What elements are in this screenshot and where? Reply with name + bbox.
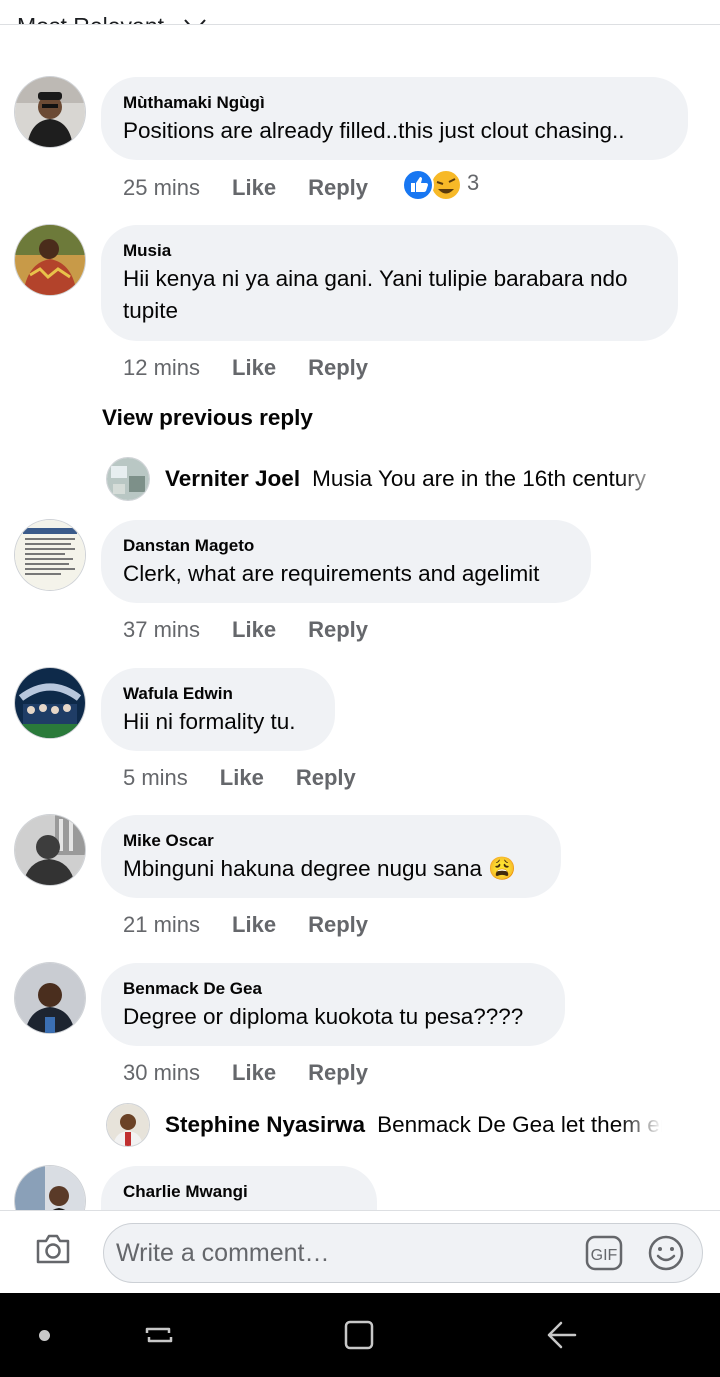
like-button[interactable]: Like bbox=[220, 764, 264, 792]
comment-actions: 30 mins Like Reply bbox=[123, 1059, 368, 1087]
text-fade bbox=[620, 464, 680, 494]
reply-text: Musia You are in the 16th century bbox=[312, 466, 647, 491]
avatar[interactable] bbox=[15, 77, 85, 147]
reply-button[interactable]: Reply bbox=[308, 354, 368, 382]
comment-text: Clerk, what are requirements and agelimi… bbox=[123, 561, 540, 586]
comment-author[interactable]: Musia bbox=[123, 241, 656, 261]
assistant-dot-icon[interactable] bbox=[39, 1330, 50, 1341]
reply-preview[interactable]: Verniter Joel Musia You are in the 16th c… bbox=[0, 458, 720, 502]
comment-actions: 21 mins Like Reply bbox=[123, 911, 368, 939]
comment-author[interactable]: Benmack De Gea bbox=[123, 979, 543, 999]
comment-time: 5 mins bbox=[123, 765, 188, 790]
comment-author[interactable]: Wafula Edwin bbox=[123, 684, 313, 704]
avatar[interactable] bbox=[15, 520, 85, 590]
system-navigation-bar bbox=[0, 1293, 720, 1377]
comment-text: Hii ni formality tu. bbox=[123, 709, 296, 734]
emoji-icon[interactable] bbox=[647, 1234, 685, 1272]
reply-button[interactable]: Reply bbox=[296, 764, 356, 792]
comment-bubble[interactable]: Charlie Mwangi bbox=[101, 1166, 377, 1210]
reply-button[interactable]: Reply bbox=[308, 174, 368, 202]
recent-apps-icon[interactable] bbox=[143, 1319, 175, 1351]
comment-actions: 25 mins Like Reply bbox=[123, 174, 368, 202]
comment-input[interactable]: Write a comment… GIF bbox=[103, 1223, 703, 1283]
comment-author[interactable]: Danstan Mageto bbox=[123, 536, 569, 556]
comment-bubble[interactable]: Mike Oscar Mbinguni hakuna degree nugu s… bbox=[101, 815, 561, 898]
avatar[interactable] bbox=[15, 963, 85, 1033]
comment-text: Positions are already filled..this just … bbox=[123, 118, 625, 143]
avatar[interactable] bbox=[15, 815, 85, 885]
reply-preview[interactable]: Stephine Nyasirwa Benmack De Gea let them… bbox=[0, 1104, 720, 1148]
comment-bubble[interactable]: Musia Hii kenya ni ya aina gani. Yani tu… bbox=[101, 225, 678, 341]
comment-actions: 5 mins Like Reply bbox=[123, 764, 356, 792]
comment-author[interactable]: Charlie Mwangi bbox=[123, 1182, 355, 1202]
comment-text: Mbinguni hakuna degree nugu sana 😩 bbox=[123, 856, 517, 881]
sort-bar[interactable]: Most Relevant bbox=[0, 0, 720, 25]
reaction-icons bbox=[402, 169, 462, 201]
avatar[interactable] bbox=[15, 225, 85, 295]
comment-input-placeholder[interactable]: Write a comment… bbox=[116, 1238, 329, 1268]
comment-author[interactable]: Mùthamaki Ngùgì bbox=[123, 93, 666, 113]
comment-author[interactable]: Mike Oscar bbox=[123, 831, 539, 851]
comment-time: 12 mins bbox=[123, 355, 201, 380]
reply-preview-line[interactable]: Verniter Joel Musia You are in the 16th c… bbox=[165, 464, 680, 494]
reactions-summary[interactable]: 3 bbox=[401, 168, 479, 202]
like-button[interactable]: Like bbox=[232, 1059, 276, 1087]
comment-time: 37 mins bbox=[123, 617, 201, 642]
comment-time: 25 mins bbox=[123, 175, 201, 200]
avatar[interactable] bbox=[107, 1104, 149, 1146]
comment-actions: 12 mins Like Reply bbox=[123, 354, 368, 382]
comment-bubble[interactable]: Danstan Mageto Clerk, what are requireme… bbox=[101, 520, 591, 603]
reply-button[interactable]: Reply bbox=[308, 911, 368, 939]
like-button[interactable]: Like bbox=[232, 174, 276, 202]
avatar[interactable] bbox=[15, 668, 85, 738]
comment-bubble[interactable]: Benmack De Gea Degree or diploma kuokota… bbox=[101, 963, 565, 1046]
gif-label: GIF bbox=[591, 1247, 618, 1264]
reply-button[interactable]: Reply bbox=[308, 616, 368, 644]
avatar[interactable] bbox=[15, 1166, 85, 1210]
like-button[interactable]: Like bbox=[232, 616, 276, 644]
gif-icon[interactable]: GIF bbox=[585, 1235, 623, 1271]
reply-preview-line[interactable]: Stephine Nyasirwa Benmack De Gea let them… bbox=[165, 1110, 680, 1140]
reply-author[interactable]: Stephine Nyasirwa bbox=[165, 1112, 365, 1137]
reply-button[interactable]: Reply bbox=[308, 1059, 368, 1087]
reply-author[interactable]: Verniter Joel bbox=[165, 466, 300, 491]
comment-text: Degree or diploma kuokota tu pesa???? bbox=[123, 1004, 524, 1029]
view-previous-reply-link[interactable]: View previous reply bbox=[102, 405, 313, 431]
like-button[interactable]: Like bbox=[232, 911, 276, 939]
camera-icon[interactable] bbox=[35, 1233, 71, 1265]
comment-time: 21 mins bbox=[123, 912, 201, 937]
comment-composer: Write a comment… GIF bbox=[0, 1210, 720, 1294]
like-button[interactable]: Like bbox=[232, 354, 276, 382]
comment-bubble[interactable]: Mùthamaki Ngùgì Positions are already fi… bbox=[101, 77, 688, 160]
comment-bubble[interactable]: Wafula Edwin Hii ni formality tu. bbox=[101, 668, 335, 751]
text-fade bbox=[620, 1110, 680, 1140]
back-icon[interactable] bbox=[545, 1319, 577, 1351]
comment-actions: 37 mins Like Reply bbox=[123, 616, 368, 644]
avatar[interactable] bbox=[107, 458, 149, 500]
home-icon[interactable] bbox=[343, 1319, 375, 1351]
comment-time: 30 mins bbox=[123, 1060, 201, 1085]
comments-feed[interactable]: Mùthamaki Ngùgì Positions are already fi… bbox=[0, 24, 720, 1210]
comment-text: Hii kenya ni ya aina gani. Yani tulipie … bbox=[123, 266, 628, 323]
reaction-count: 3 bbox=[467, 170, 480, 195]
